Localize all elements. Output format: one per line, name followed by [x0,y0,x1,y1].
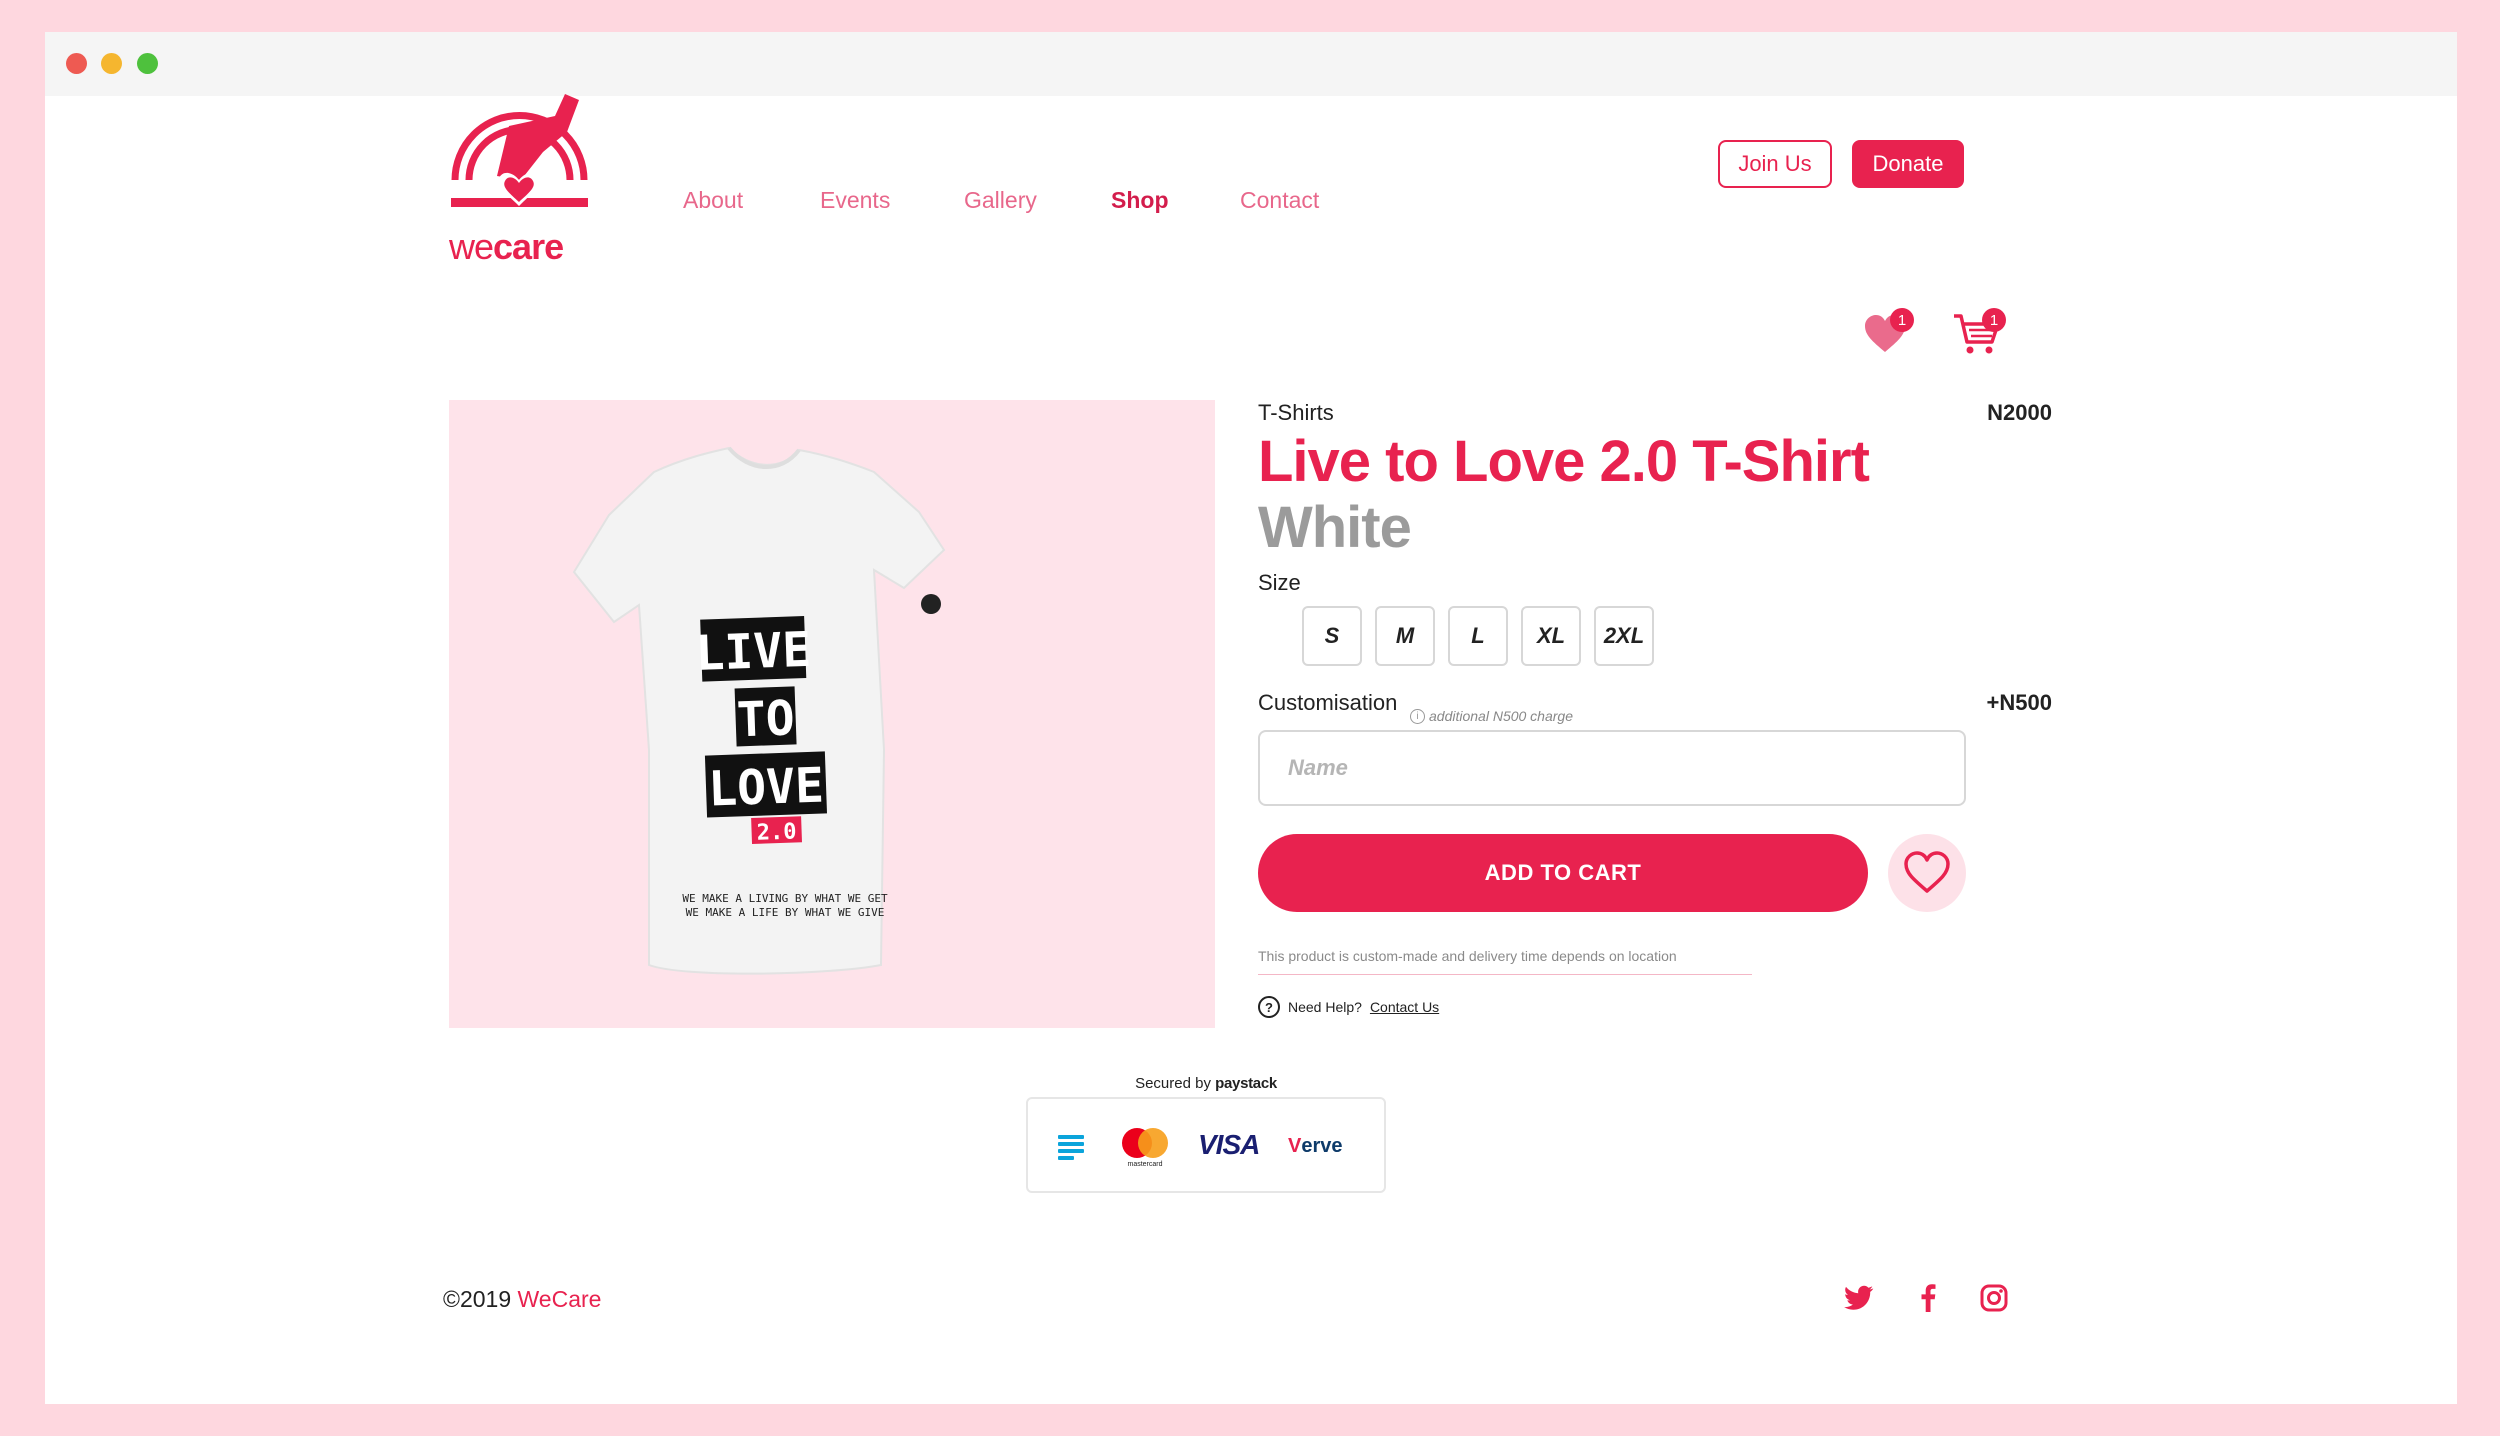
product-color: White [1258,495,1412,560]
wecare-logo[interactable]: wecare [447,88,592,270]
payment-methods-box: mastercard VISA Verve [1026,1097,1386,1193]
mastercard-icon [1122,1128,1168,1158]
contact-us-link[interactable]: Contact Us [1370,999,1439,1015]
facebook-link[interactable] [1912,1282,1944,1314]
shirt-print-line2: TO [736,690,796,748]
customisation-price: +N500 [1986,690,2052,715]
delivery-note: This product is custom-made and delivery… [1258,948,1677,964]
join-us-button[interactable]: Join Us [1718,140,1832,188]
nav-about[interactable]: About [683,187,743,214]
mastercard-logo: mastercard [1120,1127,1170,1171]
nav-events[interactable]: Events [820,187,890,214]
verve-mark: V [1288,1135,1302,1157]
facebook-icon [1921,1284,1936,1312]
customisation-label: Customisation [1258,690,1398,715]
customisation-note: i additional N500 charge [1410,708,1573,724]
customisation-note-text: additional N500 charge [1429,708,1573,724]
product-image: LIVE TO LOVE 2.0 WE MAKE A LIVING BY WHA… [449,400,1215,1028]
secured-prefix: Secured by [1135,1075,1211,1092]
size-option-xl[interactable]: XL [1521,606,1581,666]
verve-logo: Verve [1288,1135,1343,1158]
size-option-m[interactable]: M [1375,606,1435,666]
verve-wordmark: erve [1301,1135,1343,1157]
add-to-cart-button[interactable]: ADD TO CART [1258,834,1868,912]
shirt-print-line3: LOVE [707,757,824,817]
wishlist-link[interactable]: 1 [1864,308,1914,356]
donate-button[interactable]: Donate [1852,140,1964,188]
size-option-s[interactable]: S [1302,606,1362,666]
help-section: ? Need Help? Contact Us [1258,996,1439,1018]
question-icon: ? [1258,996,1280,1018]
logo-wordmark: wecare [449,226,564,267]
secured-by-label: Secured by paystack [1026,1075,1386,1092]
size-label: Size [1258,570,1301,595]
minimize-window-button[interactable] [101,53,122,74]
twitter-icon [1844,1285,1874,1310]
logo-hand-heart-icon [451,94,588,207]
cart-link[interactable]: 1 [1952,308,2008,356]
twitter-link[interactable] [1843,1282,1875,1314]
help-text: Need Help? [1288,999,1362,1015]
divider [1258,974,1752,975]
heart-outline-icon [1904,851,1950,893]
product-price: N2000 [1987,400,2052,425]
product-category: T-Shirts [1258,400,1334,425]
copyright-brand[interactable]: WeCare [518,1286,602,1312]
shirt-print-line1: LIVE [695,622,812,682]
wishlist-count-badge: 1 [1890,308,1914,332]
instagram-link[interactable] [1978,1282,2010,1314]
shirt-print-version: 2.0 [756,819,797,845]
visa-logo: VISA [1198,1129,1260,1160]
shirt-print-tagline2: WE MAKE A LIFE BY WHAT WE GIVE [686,906,885,919]
paystack-icon [1058,1135,1084,1160]
copyright: ©2019 WeCare [443,1286,601,1313]
tshirt-illustration: LIVE TO LOVE 2.0 WE MAKE A LIVING BY WHA… [572,446,946,975]
nav-contact[interactable]: Contact [1240,187,1319,214]
instagram-icon [1980,1284,2008,1312]
nav-gallery[interactable]: Gallery [964,187,1037,214]
add-to-wishlist-button[interactable] [1888,834,1966,912]
size-option-2xl[interactable]: 2XL [1594,606,1654,666]
mastercard-label: mastercard [1127,1161,1163,1168]
paystack-wordmark: paystack [1215,1075,1277,1092]
info-icon: i [1410,708,1425,724]
copyright-year: ©2019 [443,1286,512,1312]
shirt-print-tagline1: WE MAKE A LIVING BY WHAT WE GET [682,892,888,905]
customisation-name-input[interactable] [1258,730,1966,806]
size-option-l[interactable]: L [1448,606,1508,666]
window-titlebar [45,32,2457,96]
product-title: Live to Love 2.0 T-Shirt [1258,429,1870,494]
cart-count-badge: 1 [1982,308,2006,332]
maximize-window-button[interactable] [137,53,158,74]
browser-window [45,32,2457,1404]
close-window-button[interactable] [66,53,87,74]
nav-shop[interactable]: Shop [1111,187,1169,214]
